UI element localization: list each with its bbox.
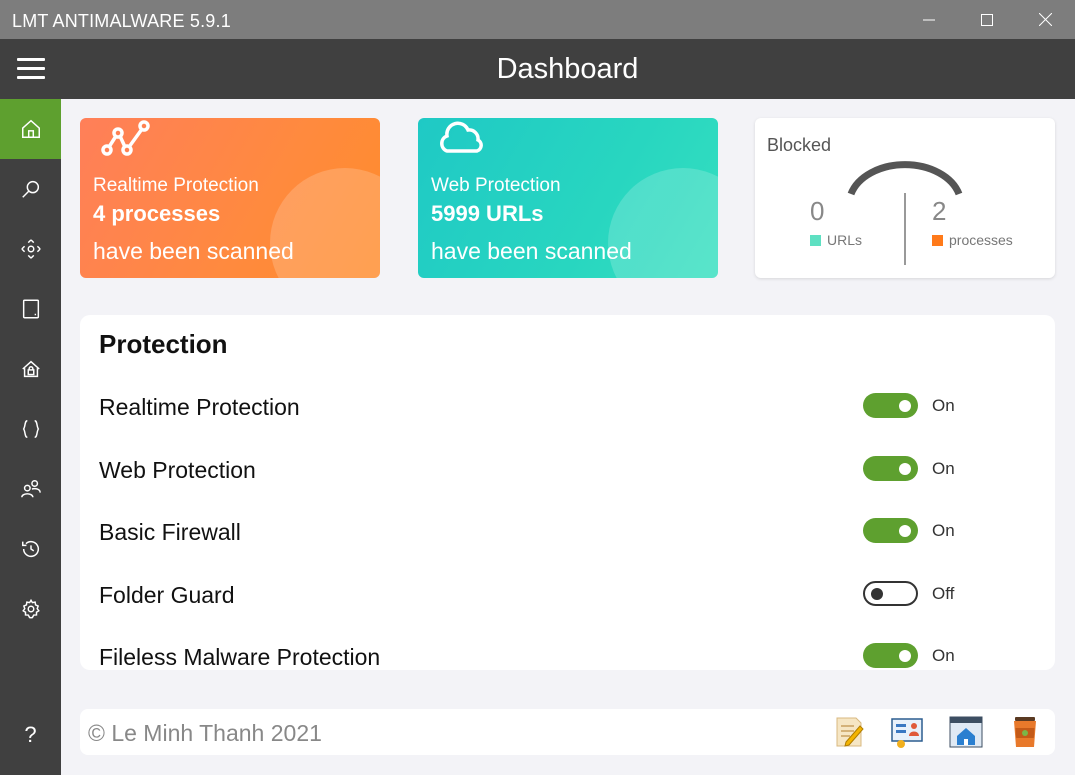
sidebar-item-users[interactable] xyxy=(0,459,61,519)
sidebar-item-home-lock[interactable] xyxy=(0,339,61,399)
toggle-state-label: On xyxy=(932,396,955,415)
blocked-card: Blocked 0 2 URLs processes xyxy=(755,118,1055,278)
sidebar-item-home[interactable] xyxy=(0,99,61,159)
copyright-text: © Le Minh Thanh 2021 xyxy=(88,720,322,746)
toggle-state-label: On xyxy=(932,521,955,540)
blocked-urls-value: 0 xyxy=(810,196,825,226)
realtime-protection-toggle[interactable] xyxy=(863,393,918,418)
web-protection-card[interactable]: Web Protection 5999 URLs have been scann… xyxy=(418,118,718,278)
app-title: LMT ANTIMALWARE 5.9.1 xyxy=(12,11,231,31)
website-button[interactable] xyxy=(948,714,984,750)
coffee-cup-icon xyxy=(1014,717,1036,747)
minimize-icon xyxy=(923,19,935,20)
toggle-state-label: Off xyxy=(932,584,955,603)
app-header: Dashboard xyxy=(0,39,1075,99)
protection-row-label: Realtime Protection xyxy=(99,394,300,420)
basic-firewall-toggle[interactable] xyxy=(863,518,918,543)
web-card-count: 5999 URLs xyxy=(431,201,544,226)
home-icon xyxy=(21,119,40,138)
protection-row-realtime: Realtime Protection On xyxy=(80,383,1055,433)
web-card-label: Web Protection xyxy=(431,175,561,196)
realtime-protection-card[interactable]: Realtime Protection 4 processes have bee… xyxy=(80,118,380,278)
sidebar-item-scan[interactable] xyxy=(0,159,61,219)
protection-row-label: Basic Firewall xyxy=(99,519,241,545)
notes-button[interactable] xyxy=(832,714,868,750)
search-icon xyxy=(21,180,39,198)
web-protection-toggle[interactable] xyxy=(863,456,918,481)
close-button[interactable] xyxy=(1016,0,1074,39)
close-icon xyxy=(1038,13,1052,26)
sidebar-item-target[interactable] xyxy=(0,219,61,279)
curly-braces-icon xyxy=(22,420,39,438)
processes-legend-label: processes xyxy=(949,232,1013,248)
protection-row-folder-guard: Folder Guard Off xyxy=(80,571,1055,621)
footer-bar: © Le Minh Thanh 2021 xyxy=(80,709,1055,755)
sidebar: ? xyxy=(0,99,61,775)
fileless-malware-toggle[interactable] xyxy=(863,643,918,668)
target-scan-icon xyxy=(20,239,41,259)
cloud-icon xyxy=(440,121,483,153)
protection-row-web: Web Protection On xyxy=(80,446,1055,496)
realtime-card-count: 4 processes xyxy=(93,201,221,226)
page-title: Dashboard xyxy=(496,53,639,85)
house-lock-icon xyxy=(21,360,40,378)
realtime-card-label: Realtime Protection xyxy=(93,175,259,196)
protection-row-label: Web Protection xyxy=(99,457,256,483)
donate-button[interactable] xyxy=(1007,714,1043,750)
blocked-processes-legend: processes xyxy=(932,232,1013,248)
blocked-processes-value: 2 xyxy=(932,196,947,226)
web-card-subtext: have been scanned xyxy=(431,238,632,264)
blocked-urls-legend: URLs xyxy=(810,232,862,248)
protection-row-firewall: Basic Firewall On xyxy=(80,508,1055,558)
website-home-icon xyxy=(949,716,983,748)
network-graph-icon xyxy=(101,120,150,156)
protection-row-label: Folder Guard xyxy=(99,582,235,608)
urls-legend-swatch xyxy=(810,234,821,246)
sidebar-item-history[interactable] xyxy=(0,519,61,579)
title-bar: LMT ANTIMALWARE 5.9.1 xyxy=(0,0,1075,39)
help-button[interactable]: ? xyxy=(0,705,61,765)
protection-row-fileless: Fileless Malware Protection On xyxy=(80,633,1055,670)
urls-legend-label: URLs xyxy=(827,232,863,248)
protection-row-label: Fileless Malware Protection xyxy=(99,644,381,670)
processes-legend-swatch xyxy=(932,234,943,246)
notepad-icon xyxy=(836,717,864,747)
blocked-title: Blocked xyxy=(767,135,832,155)
toggle-state-label: On xyxy=(932,646,955,665)
minimize-button[interactable] xyxy=(900,0,958,39)
sidebar-item-device[interactable] xyxy=(0,279,61,339)
folder-guard-toggle[interactable] xyxy=(863,581,918,606)
profile-icon xyxy=(891,718,923,748)
tablet-icon xyxy=(22,299,39,319)
history-icon xyxy=(21,541,39,558)
help-icon: ? xyxy=(24,722,37,747)
toggle-state-label: On xyxy=(932,459,955,478)
maximize-button[interactable] xyxy=(958,0,1016,39)
sidebar-item-scripts[interactable] xyxy=(0,399,61,459)
protection-panel: Protection Realtime Protection On Web Pr… xyxy=(80,315,1055,670)
protection-title: Protection xyxy=(99,329,228,359)
blocked-divider xyxy=(904,193,906,265)
sidebar-item-settings[interactable] xyxy=(0,579,61,639)
users-icon xyxy=(20,480,41,498)
maximize-icon xyxy=(981,13,993,26)
gear-icon xyxy=(21,598,40,619)
profile-button[interactable] xyxy=(889,714,925,750)
realtime-card-subtext: have been scanned xyxy=(93,238,294,264)
